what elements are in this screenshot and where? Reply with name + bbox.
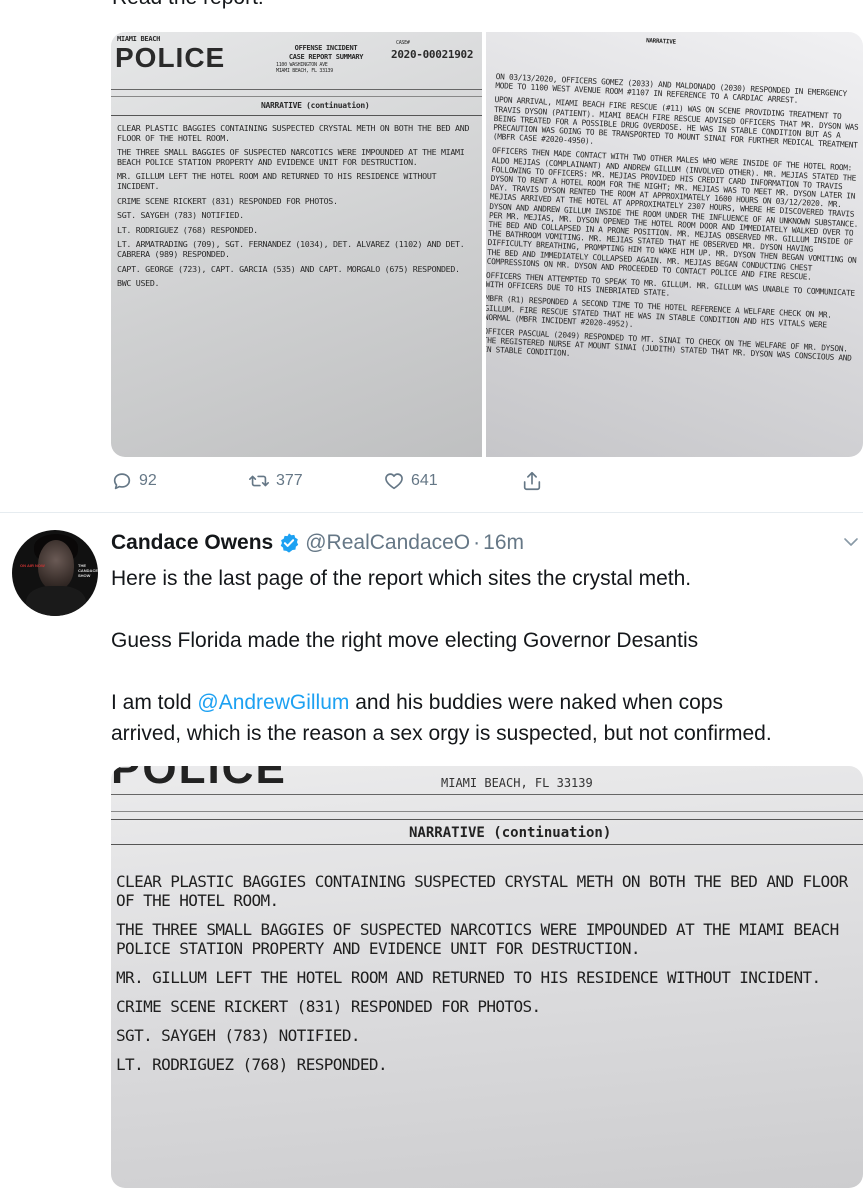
- like-button[interactable]: 641: [383, 470, 438, 492]
- reply-icon: [113, 473, 131, 490]
- report-header: MIAMI BEACH POLICE OFFENSE INCIDENT CASE…: [111, 32, 482, 90]
- report-line: SGT. SAYGEH (783) NOTIFIED.: [116, 1026, 360, 1045]
- tweet-media-grid[interactable]: MIAMI BEACH POLICE OFFENSE INCIDENT CASE…: [111, 32, 863, 457]
- share-icon: [523, 471, 541, 491]
- report-line: CRIME SCENE RICKERT (831) RESPONDED FOR …: [116, 997, 541, 1016]
- narrative-header: NARRATIVE (continuation): [111, 819, 863, 845]
- tweet-divider: [0, 512, 863, 513]
- report-line: BWC USED.: [117, 278, 160, 289]
- report-line: CAPT. GEORGE (723), CAPT. GARCIA (535) A…: [117, 263, 460, 274]
- chevron-down-icon[interactable]: [843, 534, 859, 550]
- user-handle[interactable]: @RealCandaceO: [305, 531, 470, 555]
- avatar-text-left: ON AIR NOW: [20, 563, 45, 568]
- tweet-line: arrived, which is the reason a sex orgy …: [111, 722, 772, 745]
- case-number: 2020-00021902: [391, 48, 474, 61]
- report-address: 1100 WASHINGTON AVE MIAMI BEACH, FL 3313…: [276, 62, 333, 74]
- report-line: CLEAR PLASTIC BAGGIES CONTAINING SUSPECT…: [117, 123, 470, 143]
- report-line: SGT. SAYGEH (783) NOTIFIED.: [117, 210, 244, 221]
- report-line: MR. GILLUM LEFT THE HOTEL ROOM AND RETUR…: [117, 171, 437, 191]
- report-line: OFFICERS THEN MADE CONTACT WITH TWO OTHE…: [486, 146, 859, 282]
- reply-count: 92: [139, 472, 157, 489]
- mention-link[interactable]: @AndrewGillum: [197, 691, 349, 714]
- report-body: CLEAR PLASTIC BAGGIES CONTAINING SUSPECT…: [117, 123, 477, 294]
- report-line: THE THREE SMALL BAGGIES OF SUSPECTED NAR…: [117, 147, 465, 167]
- report-body: CLEAR PLASTIC BAGGIES CONTAINING SUSPECT…: [116, 872, 861, 1084]
- report-photo-right[interactable]: NARRATIVE ON 03/13/2020, OFFICERS GOMEZ …: [486, 32, 863, 457]
- tweet-line: Here is the last page of the report whic…: [111, 567, 692, 590]
- report-line: LT. RODRIGUEZ (768) RESPONDED.: [116, 1055, 388, 1074]
- heart-icon: [385, 473, 403, 490]
- report-line: LT. ARMATRADING (709), SGT. FERNANDEZ (1…: [117, 239, 465, 259]
- tweet-header: Candace Owens @RealCandaceO · 16m: [111, 528, 524, 558]
- separator: ·: [473, 531, 481, 554]
- report-line: CLEAR PLASTIC BAGGIES CONTAINING SUSPECT…: [116, 872, 848, 910]
- report-address: MIAMI BEACH, FL 33139: [441, 776, 593, 790]
- like-count: 641: [411, 472, 438, 489]
- timestamp[interactable]: 16m: [483, 531, 524, 555]
- police-logo: POLICE: [115, 42, 226, 73]
- report-photo-left[interactable]: MIAMI BEACH POLICE OFFENSE INCIDENT CASE…: [111, 32, 482, 457]
- report-line: MR. GILLUM LEFT THE HOTEL ROOM AND RETUR…: [116, 968, 821, 987]
- avatar[interactable]: ON AIR NOW THE CANDACE SHOW: [12, 530, 98, 616]
- display-name[interactable]: Candace Owens: [111, 531, 273, 555]
- tweet-body: Here is the last page of the report whic…: [111, 563, 863, 749]
- report-line: THE THREE SMALL BAGGIES OF SUSPECTED NAR…: [116, 920, 839, 958]
- police-logo: POLICE: [111, 766, 287, 793]
- report-body: ON 03/13/2020, OFFICERS GOMEZ (2033) AND…: [486, 72, 863, 377]
- report-line: LT. RODRIGUEZ (768) RESPONDED.: [117, 224, 258, 235]
- tweet-text-tail: Read the report:: [112, 0, 264, 10]
- avatar-text-right: THE CANDACE SHOW: [78, 563, 98, 578]
- retweet-button[interactable]: 377: [248, 470, 303, 492]
- tweet-actions: 92 377 641: [111, 470, 551, 496]
- share-button[interactable]: [521, 470, 549, 492]
- report-line: CRIME SCENE RICKERT (831) RESPONDED FOR …: [117, 195, 338, 206]
- tweet-line: I am told @AndrewGillum and his buddies …: [111, 691, 723, 714]
- report-title: OFFENSE INCIDENT CASE REPORT SUMMARY: [288, 44, 364, 61]
- tweet-media-photo[interactable]: POLICE MIAMI BEACH, FL 33139 NARRATIVE (…: [111, 766, 863, 1188]
- case-label: CASE#: [396, 40, 410, 46]
- verified-badge-icon: [280, 533, 299, 553]
- reply-button[interactable]: 92: [111, 470, 157, 492]
- retweet-icon: [249, 475, 269, 487]
- tweet-line: Guess Florida made the right move electi…: [111, 629, 699, 652]
- narrative-header: NARRATIVE (continuation): [111, 96, 482, 116]
- narrative-header: NARRATIVE: [645, 37, 676, 46]
- retweet-count: 377: [276, 472, 303, 489]
